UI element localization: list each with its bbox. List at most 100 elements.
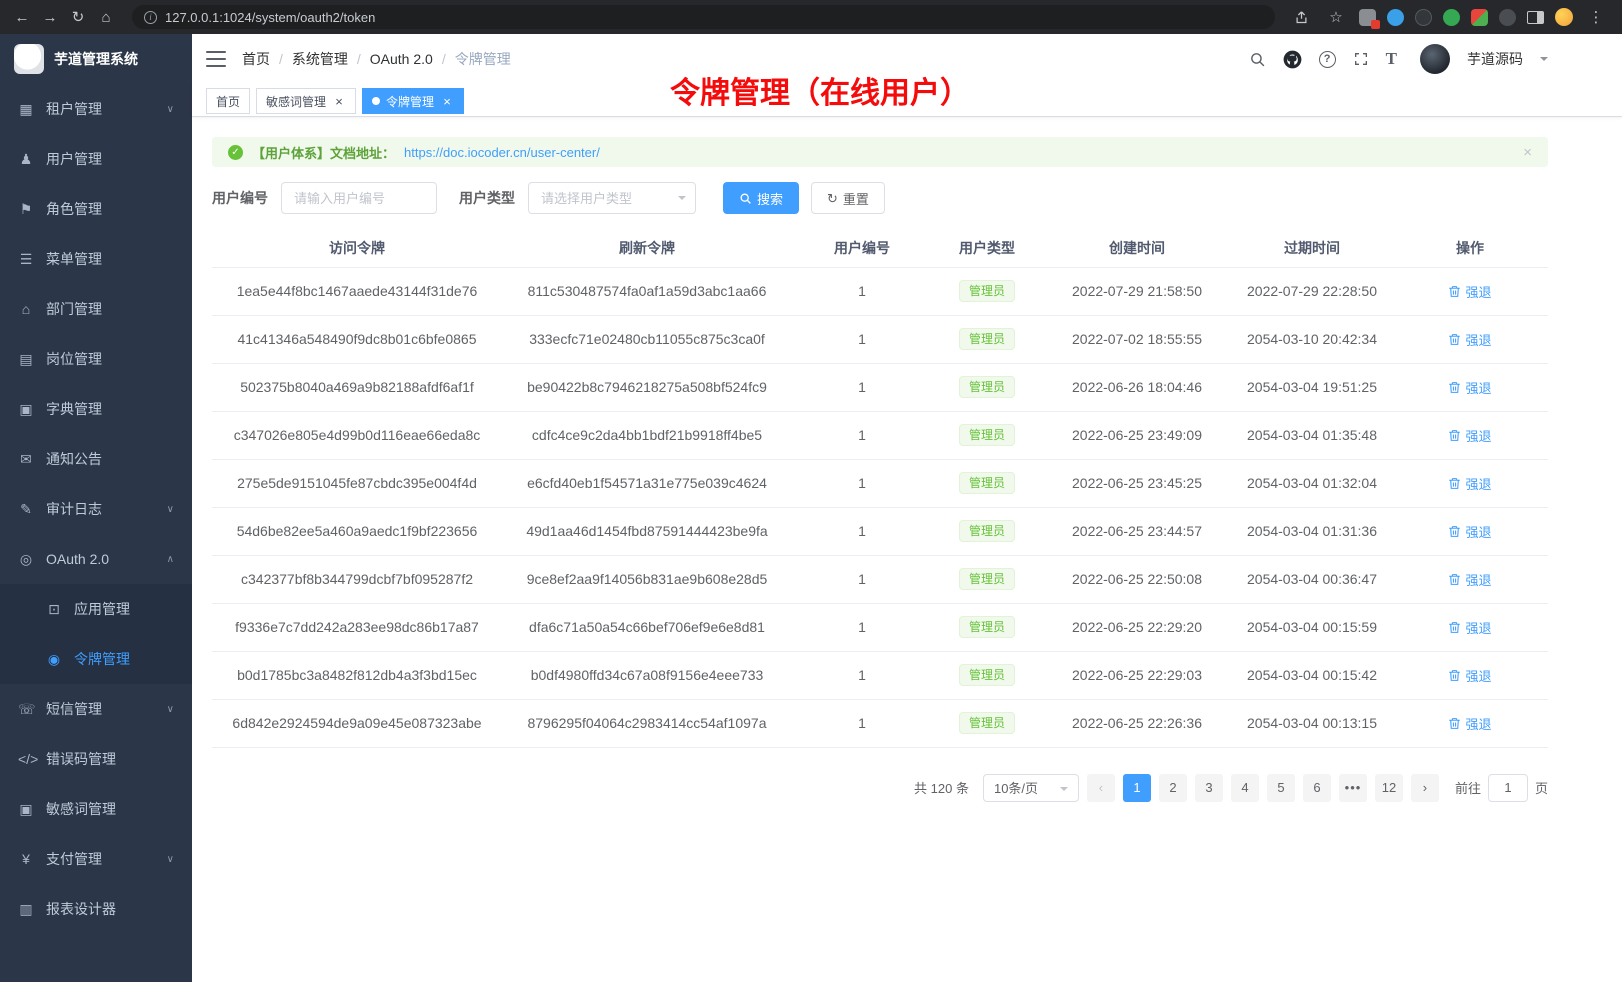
force-logout-button[interactable]: 强退 xyxy=(1448,618,1491,637)
help-icon[interactable]: ? xyxy=(1319,51,1336,68)
refresh-token-cell: dfa6c71a50a54c66bef706ef9e6e8d81 xyxy=(502,603,792,651)
breadcrumb-item[interactable]: 系统管理 xyxy=(292,49,348,69)
force-logout-label: 强退 xyxy=(1465,570,1491,589)
force-logout-button[interactable]: 强退 xyxy=(1448,666,1491,685)
sidebar-item-audit-log[interactable]: ✎审计日志∨ xyxy=(0,484,192,534)
sidebar-item-dept[interactable]: ⌂部门管理 xyxy=(0,284,192,334)
sidebar-item-tenant[interactable]: ▦租户管理∨ xyxy=(0,84,192,134)
browser-menu-icon[interactable]: ⋮ xyxy=(1584,5,1608,29)
chevron-down-icon xyxy=(1060,787,1068,795)
expire-time-cell: 2054-03-04 01:31:36 xyxy=(1232,507,1392,555)
tab-home[interactable]: 首页 xyxy=(206,88,250,114)
app-logo-area[interactable]: 芋道管理系统 xyxy=(0,34,192,84)
sidebar-item-sms[interactable]: ☏短信管理∨ xyxy=(0,684,192,734)
extension-badged-icon[interactable] xyxy=(1359,9,1376,26)
username[interactable]: 芋道源码 xyxy=(1467,49,1523,69)
page-5-button[interactable]: 5 xyxy=(1267,774,1295,802)
force-logout-button[interactable]: 强退 xyxy=(1448,714,1491,733)
access-token-cell: 41c41346a548490f9dc8b01c6bfe0865 xyxy=(212,315,502,363)
app-title: 芋道管理系统 xyxy=(54,49,138,69)
font-size-icon[interactable]: T xyxy=(1386,49,1397,69)
force-logout-button[interactable]: 强退 xyxy=(1448,474,1491,493)
user-type-select[interactable] xyxy=(528,182,696,214)
sidebar-item-pay[interactable]: ¥支付管理∨ xyxy=(0,834,192,884)
user-type-badge: 管理员 xyxy=(959,376,1015,398)
profile-avatar-icon[interactable] xyxy=(1555,8,1573,26)
sidebar-item-dict[interactable]: ▣字典管理 xyxy=(0,384,192,434)
sidebar-item-oauth2-app[interactable]: ⊡应用管理 xyxy=(0,584,192,634)
search-icon[interactable] xyxy=(1249,51,1266,68)
sidebar-item-post[interactable]: ▤岗位管理 xyxy=(0,334,192,384)
github-icon[interactable] xyxy=(1283,50,1302,69)
page-3-button[interactable]: 3 xyxy=(1195,774,1223,802)
page-6-button[interactable]: 6 xyxy=(1303,774,1331,802)
extension-blue-icon[interactable] xyxy=(1387,9,1404,26)
page-more-button[interactable]: ••• xyxy=(1339,774,1367,802)
user-avatar[interactable] xyxy=(1420,44,1450,74)
breadcrumb-item[interactable]: 首页 xyxy=(242,49,270,69)
goto-page-input[interactable] xyxy=(1488,774,1528,802)
sidebar-item-oauth2-token[interactable]: ◉令牌管理 xyxy=(0,634,192,684)
user-id-input[interactable] xyxy=(281,182,437,214)
pagination-total: 共 120 条 xyxy=(914,778,969,797)
page-1-button[interactable]: 1 xyxy=(1123,774,1151,802)
hamburger-icon[interactable] xyxy=(206,51,226,67)
extension-green-icon[interactable] xyxy=(1443,9,1460,26)
side-panel-icon[interactable] xyxy=(1527,11,1544,24)
chevron-down-icon[interactable] xyxy=(1540,57,1548,65)
alert-close-icon[interactable]: × xyxy=(1523,144,1532,161)
user-type-badge: 管理员 xyxy=(959,616,1015,638)
page-4-button[interactable]: 4 xyxy=(1231,774,1259,802)
share-icon[interactable] xyxy=(1289,5,1313,29)
refresh-token-cell: 333ecfc71e02480cb11055c875c3ca0f xyxy=(502,315,792,363)
error-code-icon: </> xyxy=(18,751,34,767)
back-icon[interactable]: ← xyxy=(10,5,34,29)
create-time-cell: 2022-06-25 23:49:09 xyxy=(1042,411,1232,459)
sidebar-item-role[interactable]: ⚑角色管理 xyxy=(0,184,192,234)
sidebar-item-report-designer[interactable]: ▥报表设计器 xyxy=(0,884,192,934)
oauth2-token-icon: ◉ xyxy=(46,651,62,668)
star-icon[interactable]: ☆ xyxy=(1324,5,1348,29)
extensions-puzzle-icon[interactable] xyxy=(1471,9,1488,26)
extension-black-icon[interactable] xyxy=(1415,9,1432,26)
user-type-badge: 管理员 xyxy=(959,520,1015,542)
sidebar-item-sensitive-word[interactable]: ▣敏感词管理 xyxy=(0,784,192,834)
force-logout-button[interactable]: 强退 xyxy=(1448,378,1491,397)
next-page-button[interactable]: › xyxy=(1411,774,1439,802)
reload-icon[interactable]: ↻ xyxy=(66,5,90,29)
tab-close-icon[interactable]: × xyxy=(332,94,346,108)
tab-sensitive-word[interactable]: 敏感词管理× xyxy=(256,88,356,114)
tab-close-icon[interactable]: × xyxy=(440,94,454,108)
page-size-select[interactable]: 10条/页 xyxy=(983,774,1079,802)
page-12-button[interactable]: 12 xyxy=(1375,774,1403,802)
sidebar-item-error-code[interactable]: </>错误码管理 xyxy=(0,734,192,784)
doc-link[interactable]: https://doc.iocoder.cn/user-center/ xyxy=(404,145,600,160)
home-icon[interactable]: ⌂ xyxy=(94,5,118,29)
address-bar[interactable]: i 127.0.0.1:1024/system/oauth2/token xyxy=(132,5,1275,29)
force-logout-button[interactable]: 强退 xyxy=(1448,282,1491,301)
force-logout-button[interactable]: 强退 xyxy=(1448,426,1491,445)
sidebar-item-menu[interactable]: ☰菜单管理 xyxy=(0,234,192,284)
sidebar-item-user[interactable]: ♟用户管理 xyxy=(0,134,192,184)
fullscreen-icon[interactable] xyxy=(1353,51,1369,67)
column-header: 过期时间 xyxy=(1232,230,1392,267)
page-2-button[interactable]: 2 xyxy=(1159,774,1187,802)
forward-icon[interactable]: → xyxy=(38,5,62,29)
reset-button[interactable]: ↻ 重置 xyxy=(811,182,885,214)
sidebar-item-oauth2[interactable]: ◎OAuth 2.0∧ xyxy=(0,534,192,584)
sidebar-item-notice[interactable]: ✉通知公告 xyxy=(0,434,192,484)
force-logout-button[interactable]: 强退 xyxy=(1448,570,1491,589)
force-logout-button[interactable]: 强退 xyxy=(1448,522,1491,541)
site-info-icon[interactable]: i xyxy=(144,11,157,24)
user-id-cell: 1 xyxy=(792,651,932,699)
search-button[interactable]: 搜索 xyxy=(723,182,799,214)
prev-page-button[interactable]: ‹ xyxy=(1087,774,1115,802)
breadcrumb-item[interactable]: OAuth 2.0 xyxy=(370,51,433,67)
breadcrumb-separator: / xyxy=(442,51,446,67)
force-logout-button[interactable]: 强退 xyxy=(1448,330,1491,349)
extension-dark-icon[interactable] xyxy=(1499,9,1516,26)
delete-icon xyxy=(1448,621,1461,634)
tab-oauth2-token[interactable]: 令牌管理× xyxy=(362,88,464,114)
user-id-cell: 1 xyxy=(792,411,932,459)
expire-time-cell: 2054-03-04 01:35:48 xyxy=(1232,411,1392,459)
